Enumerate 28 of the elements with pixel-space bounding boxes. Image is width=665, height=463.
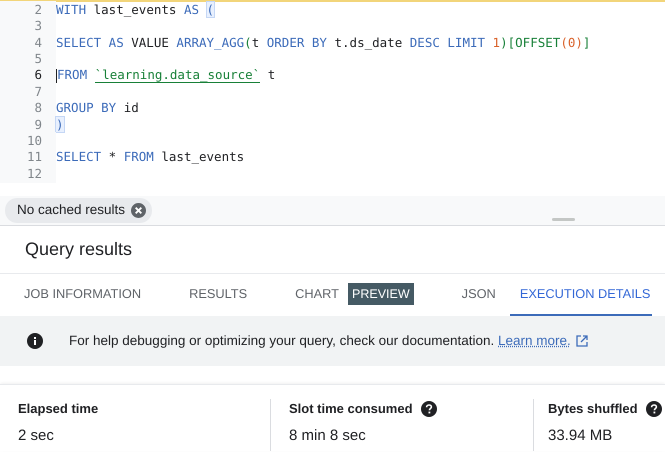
status-chip[interactable]: No cached results: [5, 198, 152, 223]
code-line: GROUP BY id: [56, 99, 139, 118]
tab[interactable]: CHART PREVIEW: [271, 274, 438, 316]
stat-label: Slot time consumed: [289, 400, 413, 418]
line-number: 12: [0, 164, 56, 184]
info-icon: [27, 333, 43, 349]
help-icon[interactable]: [420, 400, 437, 417]
resize-handle[interactable]: [552, 218, 575, 221]
preview-badge: PREVIEW: [348, 282, 414, 306]
learn-more-link[interactable]: Learn more.: [498, 332, 571, 348]
stat-value: 8 min 8 sec: [289, 426, 367, 446]
external-link-icon[interactable]: [576, 335, 588, 348]
panel-title: Query results: [25, 238, 132, 261]
stat-label: Bytes shuffled: [548, 400, 638, 418]
notice-text: For help debugging or optimizing your query, check our documentation. Learn more.: [69, 330, 588, 352]
code-line: WITH last_events AS (: [56, 0, 214, 19]
help-icon[interactable]: [646, 400, 662, 417]
tab[interactable]: RESULTS: [165, 274, 272, 316]
code-line: SELECT AS VALUE ARRAY_AGG(t ORDER BY t.ds_date DESC LIMIT 1)[OFFSET(0)]: [56, 34, 590, 52]
close-icon[interactable]: [131, 203, 146, 218]
stat-value: 33.94 MB: [548, 426, 614, 446]
stat-value: 2 sec: [18, 426, 55, 446]
text-cursor: [56, 68, 57, 83]
tab[interactable]: JOB INFORMATION: [0, 274, 166, 316]
code-line: FROM `learning.data_source` t: [57, 66, 276, 86]
tab[interactable]: JSON: [438, 274, 510, 316]
stat-label: Elapsed time: [18, 400, 98, 418]
code-line: SELECT * FROM last_events: [56, 148, 244, 166]
